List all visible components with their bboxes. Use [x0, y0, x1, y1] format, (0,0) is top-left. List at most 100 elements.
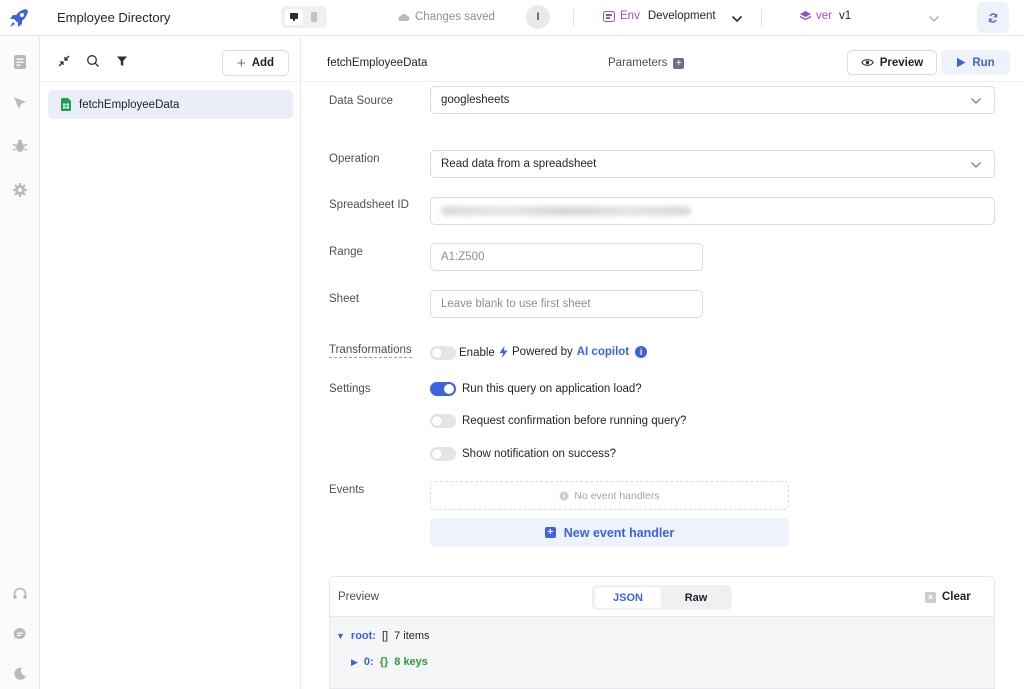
new-event-handler-button[interactable]: + New event handler — [430, 518, 789, 547]
run-on-load-label: Run this query on application load? — [462, 383, 642, 395]
env-value: Development — [647, 10, 716, 22]
expanded-triangle-icon[interactable]: ▼ — [336, 631, 345, 641]
clear-icon: × — [925, 591, 936, 603]
json-summary: 8 keys — [394, 656, 428, 668]
data-source-select[interactable]: googlesheets — [430, 86, 995, 114]
add-parameter-plus-icon[interactable]: + — [673, 57, 685, 69]
app-logo-rocket-icon[interactable] — [6, 5, 32, 31]
range-input[interactable]: A1:Z500 — [430, 243, 703, 271]
dark-mode-moon-icon[interactable] — [11, 665, 29, 683]
add-query-label: Add — [251, 57, 275, 69]
desktop-view-button[interactable] — [285, 9, 303, 25]
preview-panel-header: Preview JSON Raw × Clear — [330, 577, 994, 617]
query-list-toolbar: + Add — [40, 36, 301, 82]
no-event-handlers-text: No event handlers — [574, 489, 660, 502]
divider — [573, 9, 574, 26]
json-tree-root-row[interactable]: ▼ root: [] 7 items — [336, 630, 430, 642]
tab-raw[interactable]: Raw — [663, 587, 729, 608]
environment-selector[interactable]: Env Development — [603, 10, 716, 22]
eye-icon — [860, 59, 874, 66]
pages-icon[interactable] — [11, 53, 29, 71]
save-status: Changes saved — [397, 11, 495, 23]
spreadsheet-id-input[interactable] — [430, 197, 995, 225]
desktop-icon — [290, 13, 298, 21]
query-editor: fetchEmployeeData Parameters + Preview R… — [301, 36, 1024, 689]
search-icon[interactable] — [86, 54, 100, 68]
collapsed-triangle-icon[interactable]: ▶ — [351, 657, 358, 668]
support-headset-icon[interactable] — [11, 585, 29, 603]
preview-button[interactable]: Preview — [847, 50, 937, 75]
layers-icon — [799, 11, 812, 21]
cloud-icon — [398, 14, 410, 21]
inspector-icon[interactable] — [11, 94, 29, 112]
run-button-label: Run — [972, 56, 995, 69]
clear-button[interactable]: × Clear — [925, 591, 971, 603]
app-title[interactable]: Employee Directory — [57, 10, 170, 25]
notify-on-success-toggle[interactable] — [430, 447, 456, 461]
run-button[interactable]: Run — [941, 50, 1010, 75]
run-on-load-toggle[interactable] — [430, 382, 456, 396]
ai-copilot-badge[interactable]: Powered by AI copilot i — [499, 346, 648, 358]
settings-gear-icon[interactable] — [11, 181, 29, 199]
mobile-view-button[interactable] — [305, 9, 323, 25]
save-status-text: Changes saved — [415, 11, 495, 23]
chevron-down-icon — [970, 96, 982, 108]
preview-panel: Preview JSON Raw × Clear ▼ root: [] 7 it… — [329, 576, 995, 689]
play-icon — [957, 57, 966, 68]
json-type: [] — [381, 630, 389, 642]
preview-format-tabs: JSON Raw — [592, 585, 732, 610]
query-list-item-label: fetchEmployeeData — [79, 98, 180, 111]
parameters-label: Parameters — [608, 57, 668, 69]
info-circle-icon — [559, 491, 569, 500]
transformations-toggle[interactable] — [430, 346, 456, 360]
filter-icon[interactable] — [115, 54, 129, 68]
plus-square-icon: + — [544, 527, 556, 538]
plus-icon: + — [236, 54, 246, 72]
version-chevron-down-icon[interactable] — [928, 12, 940, 26]
powered-by-text: Powered by — [512, 346, 573, 358]
request-confirmation-label: Request confirmation before running quer… — [462, 415, 687, 427]
query-name[interactable]: fetchEmployeeData — [327, 57, 427, 69]
spreadsheet-id-label: Spreadsheet ID — [329, 199, 409, 211]
user-avatar[interactable]: I — [526, 5, 550, 29]
event-handlers-empty: No event handlers — [430, 481, 789, 510]
version-selector[interactable]: ver v1 — [799, 10, 851, 22]
preview-button-label: Preview — [879, 56, 924, 69]
device-toggle[interactable] — [281, 6, 327, 28]
divider — [761, 9, 762, 26]
info-icon[interactable]: i — [635, 346, 648, 358]
json-key: root: — [350, 630, 376, 642]
request-confirmation-toggle[interactable] — [430, 414, 456, 428]
sheet-label: Sheet — [329, 293, 360, 305]
chevron-down-icon — [970, 160, 982, 172]
notify-on-success-label: Show notification on success? — [462, 448, 617, 460]
clear-label: Clear — [942, 591, 971, 603]
operation-select[interactable]: Read data from a spreadsheet — [430, 150, 995, 178]
collapse-icon[interactable] — [57, 54, 71, 68]
lightning-icon — [499, 346, 508, 358]
add-query-button[interactable]: + Add — [222, 50, 289, 76]
version-tag: ver — [816, 10, 832, 22]
version-value: v1 — [838, 10, 852, 22]
range-label: Range — [329, 246, 363, 258]
transformations-enable-label: Enable — [459, 347, 495, 359]
debugger-bug-icon[interactable] — [11, 137, 29, 155]
redacted-spreadsheet-id — [441, 206, 691, 216]
sync-button[interactable] — [977, 2, 1009, 33]
comments-icon[interactable] — [11, 625, 29, 643]
settings-label: Settings — [329, 383, 371, 395]
mobile-icon — [311, 12, 317, 22]
transformations-label: Transformations — [329, 344, 412, 358]
query-list-panel: + Add fetchEmployeeData — [40, 36, 301, 689]
json-tree-child-row[interactable]: ▶ 0: {} 8 keys — [351, 656, 428, 668]
query-list-item[interactable]: fetchEmployeeData — [48, 90, 293, 119]
tab-json[interactable]: JSON — [595, 587, 661, 608]
sheet-placeholder: Leave blank to use first sheet — [441, 298, 591, 310]
data-source-value: googlesheets — [441, 94, 510, 106]
top-bar: Employee Directory Changes saved I Env D… — [0, 0, 1024, 36]
parameters-control[interactable]: Parameters + — [608, 57, 685, 69]
operation-label: Operation — [329, 153, 380, 165]
sheet-input[interactable]: Leave blank to use first sheet — [430, 290, 703, 318]
googlesheets-icon — [61, 98, 71, 111]
env-chevron-down-icon[interactable] — [731, 12, 743, 26]
